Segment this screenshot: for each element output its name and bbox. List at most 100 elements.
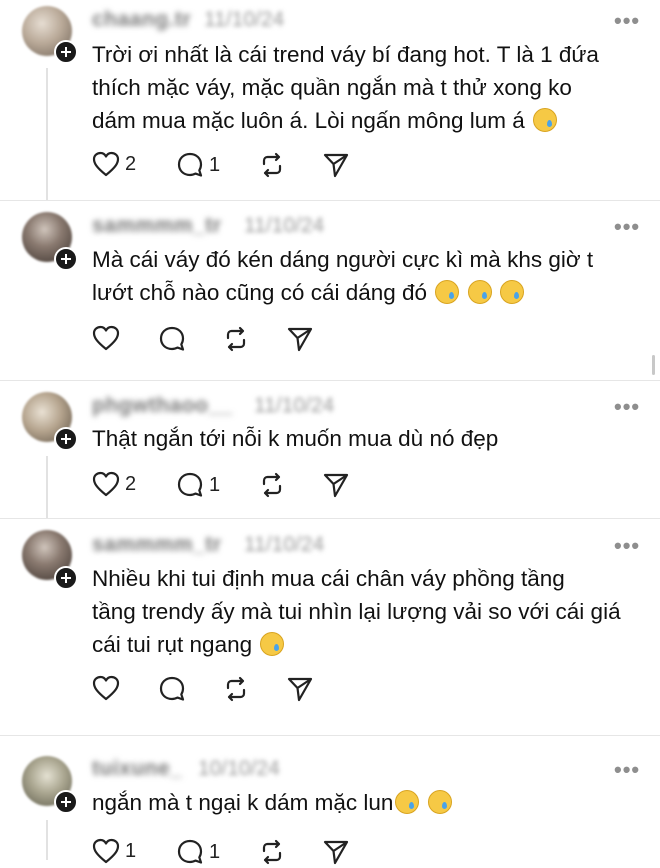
divider bbox=[0, 735, 660, 736]
share-button[interactable] bbox=[322, 838, 350, 866]
post-date: 11/10/24 bbox=[244, 214, 325, 237]
send-icon bbox=[323, 840, 349, 865]
share-button[interactable] bbox=[322, 471, 350, 499]
comment-bubble-icon bbox=[177, 472, 203, 497]
crying-face-emoji bbox=[260, 632, 285, 656]
reply-button[interactable]: 1 bbox=[176, 471, 220, 499]
repost-button[interactable] bbox=[258, 838, 286, 866]
send-icon bbox=[323, 153, 349, 178]
post-text-line: thích mặc váy, mặc quần ngắn mà t thử xo… bbox=[92, 75, 572, 100]
more-options-icon[interactable]: ••• bbox=[614, 757, 640, 783]
heart-icon bbox=[92, 151, 120, 177]
post-text-line: dám mua mặc luôn á. Lòi ngấn mông lum á bbox=[92, 108, 525, 133]
post-text-line: Nhiều khi tui định mua cái chân váy phồn… bbox=[92, 566, 565, 591]
repost-button[interactable] bbox=[258, 151, 286, 179]
reply-button[interactable]: 1 bbox=[176, 838, 220, 866]
divider bbox=[0, 380, 660, 381]
comment-bubble-icon bbox=[177, 152, 203, 177]
post-text: Nhiều khi tui định mua cái chân váy phồn… bbox=[92, 562, 652, 661]
send-icon bbox=[323, 473, 349, 498]
more-options-icon[interactable]: ••• bbox=[614, 214, 640, 240]
username[interactable]: sammmm_tr bbox=[92, 533, 221, 557]
post-date: 11/10/24 bbox=[204, 8, 285, 31]
crying-face-emoji bbox=[467, 280, 492, 304]
post-text-line: Thật ngắn tới nỗi k muốn mua dù nó đẹp bbox=[92, 426, 499, 451]
repost-button[interactable] bbox=[258, 471, 286, 499]
scrollbar[interactable] bbox=[652, 355, 655, 375]
like-button[interactable]: 1 bbox=[92, 838, 136, 864]
post-text: Thật ngắn tới nỗi k muốn mua dù nó đẹp bbox=[92, 422, 652, 455]
share-button[interactable] bbox=[286, 325, 314, 353]
thread-line bbox=[46, 68, 48, 200]
more-options-icon[interactable]: ••• bbox=[614, 8, 640, 34]
loudly-crying-face-emoji bbox=[427, 790, 452, 814]
repost-icon bbox=[262, 152, 282, 178]
repost-button[interactable] bbox=[222, 325, 250, 353]
divider bbox=[0, 518, 660, 519]
like-count: 2 bbox=[125, 472, 137, 495]
divider bbox=[0, 200, 660, 201]
username[interactable]: sammmm_tr bbox=[92, 214, 221, 238]
like-button[interactable]: 2 bbox=[92, 471, 136, 497]
repost-icon bbox=[226, 676, 246, 702]
post-text-line-wrap: cái tui rụt ngang bbox=[92, 628, 652, 661]
post-text-line-wrap: dám mua mặc luôn á. Lòi ngấn mông lum á bbox=[92, 104, 652, 137]
heart-icon bbox=[92, 675, 120, 701]
post-text-line: lướt chỗ nào cũng có cái dáng đó bbox=[92, 280, 428, 305]
reply-count: 1 bbox=[209, 153, 221, 176]
loudly-crying-face-emoji bbox=[395, 790, 420, 814]
follow-plus-icon[interactable] bbox=[54, 566, 78, 590]
username[interactable]: tuixune_ bbox=[92, 757, 182, 781]
username[interactable]: chaang.tr bbox=[92, 8, 191, 32]
crying-face-emoji bbox=[435, 280, 460, 304]
thread-line bbox=[46, 456, 48, 518]
post-text-line: tầng trendy ấy mà tui nhìn lại lượng vải… bbox=[92, 599, 621, 624]
post-text: ngắn mà t ngại k dám mặc lun bbox=[92, 786, 652, 819]
follow-plus-icon[interactable] bbox=[54, 427, 78, 451]
repost-icon bbox=[226, 326, 246, 352]
repost-icon bbox=[262, 839, 282, 865]
crying-face-emoji bbox=[499, 280, 524, 304]
crying-face-emoji bbox=[533, 108, 558, 132]
send-icon bbox=[287, 677, 313, 702]
reply-count: 1 bbox=[209, 840, 221, 863]
comment-bubble-icon bbox=[159, 326, 185, 351]
like-button[interactable] bbox=[92, 325, 120, 351]
post-text-line: Trời ơi nhất là cái trend váy bí đang ho… bbox=[92, 42, 599, 67]
post-text-line-wrap: lướt chỗ nào cũng có cái dáng đó bbox=[92, 276, 652, 309]
more-options-icon[interactable]: ••• bbox=[614, 394, 640, 420]
thread-line bbox=[46, 820, 48, 860]
heart-icon bbox=[92, 325, 120, 351]
like-count: 2 bbox=[125, 152, 137, 175]
heart-icon bbox=[92, 471, 120, 497]
heart-icon bbox=[92, 838, 120, 864]
post-date: 11/10/24 bbox=[254, 394, 335, 417]
more-options-icon[interactable]: ••• bbox=[614, 533, 640, 559]
username[interactable]: phgwthaoo__ bbox=[92, 394, 233, 418]
like-button[interactable]: 2 bbox=[92, 151, 136, 177]
post-text-line: Mà cái váy đó kén dáng người cực kì mà k… bbox=[92, 247, 594, 272]
send-icon bbox=[287, 327, 313, 352]
post-text-line: ngắn mà t ngại k dám mặc lun bbox=[92, 790, 394, 815]
repost-icon bbox=[262, 472, 282, 498]
share-button[interactable] bbox=[322, 151, 350, 179]
post-text: Trời ơi nhất là cái trend váy bí đang ho… bbox=[92, 38, 652, 137]
post-text: Mà cái váy đó kén dáng người cực kì mà k… bbox=[92, 243, 652, 309]
reply-button[interactable] bbox=[158, 325, 186, 353]
repost-button[interactable] bbox=[222, 675, 250, 703]
post-text-line-wrap: ngắn mà t ngại k dám mặc lun bbox=[92, 786, 652, 819]
reply-button[interactable] bbox=[158, 675, 186, 703]
like-count: 1 bbox=[125, 839, 137, 862]
follow-plus-icon[interactable] bbox=[54, 247, 78, 271]
follow-plus-icon[interactable] bbox=[54, 790, 78, 814]
comment-bubble-icon bbox=[177, 839, 203, 864]
post-date: 10/10/24 bbox=[198, 757, 280, 780]
like-button[interactable] bbox=[92, 675, 120, 701]
reply-button[interactable]: 1 bbox=[176, 151, 220, 179]
follow-plus-icon[interactable] bbox=[54, 40, 78, 64]
post-date: 11/10/24 bbox=[244, 533, 325, 556]
comment-bubble-icon bbox=[159, 676, 185, 701]
post-text-line: cái tui rụt ngang bbox=[92, 632, 253, 657]
reply-count: 1 bbox=[209, 473, 221, 496]
share-button[interactable] bbox=[286, 675, 314, 703]
